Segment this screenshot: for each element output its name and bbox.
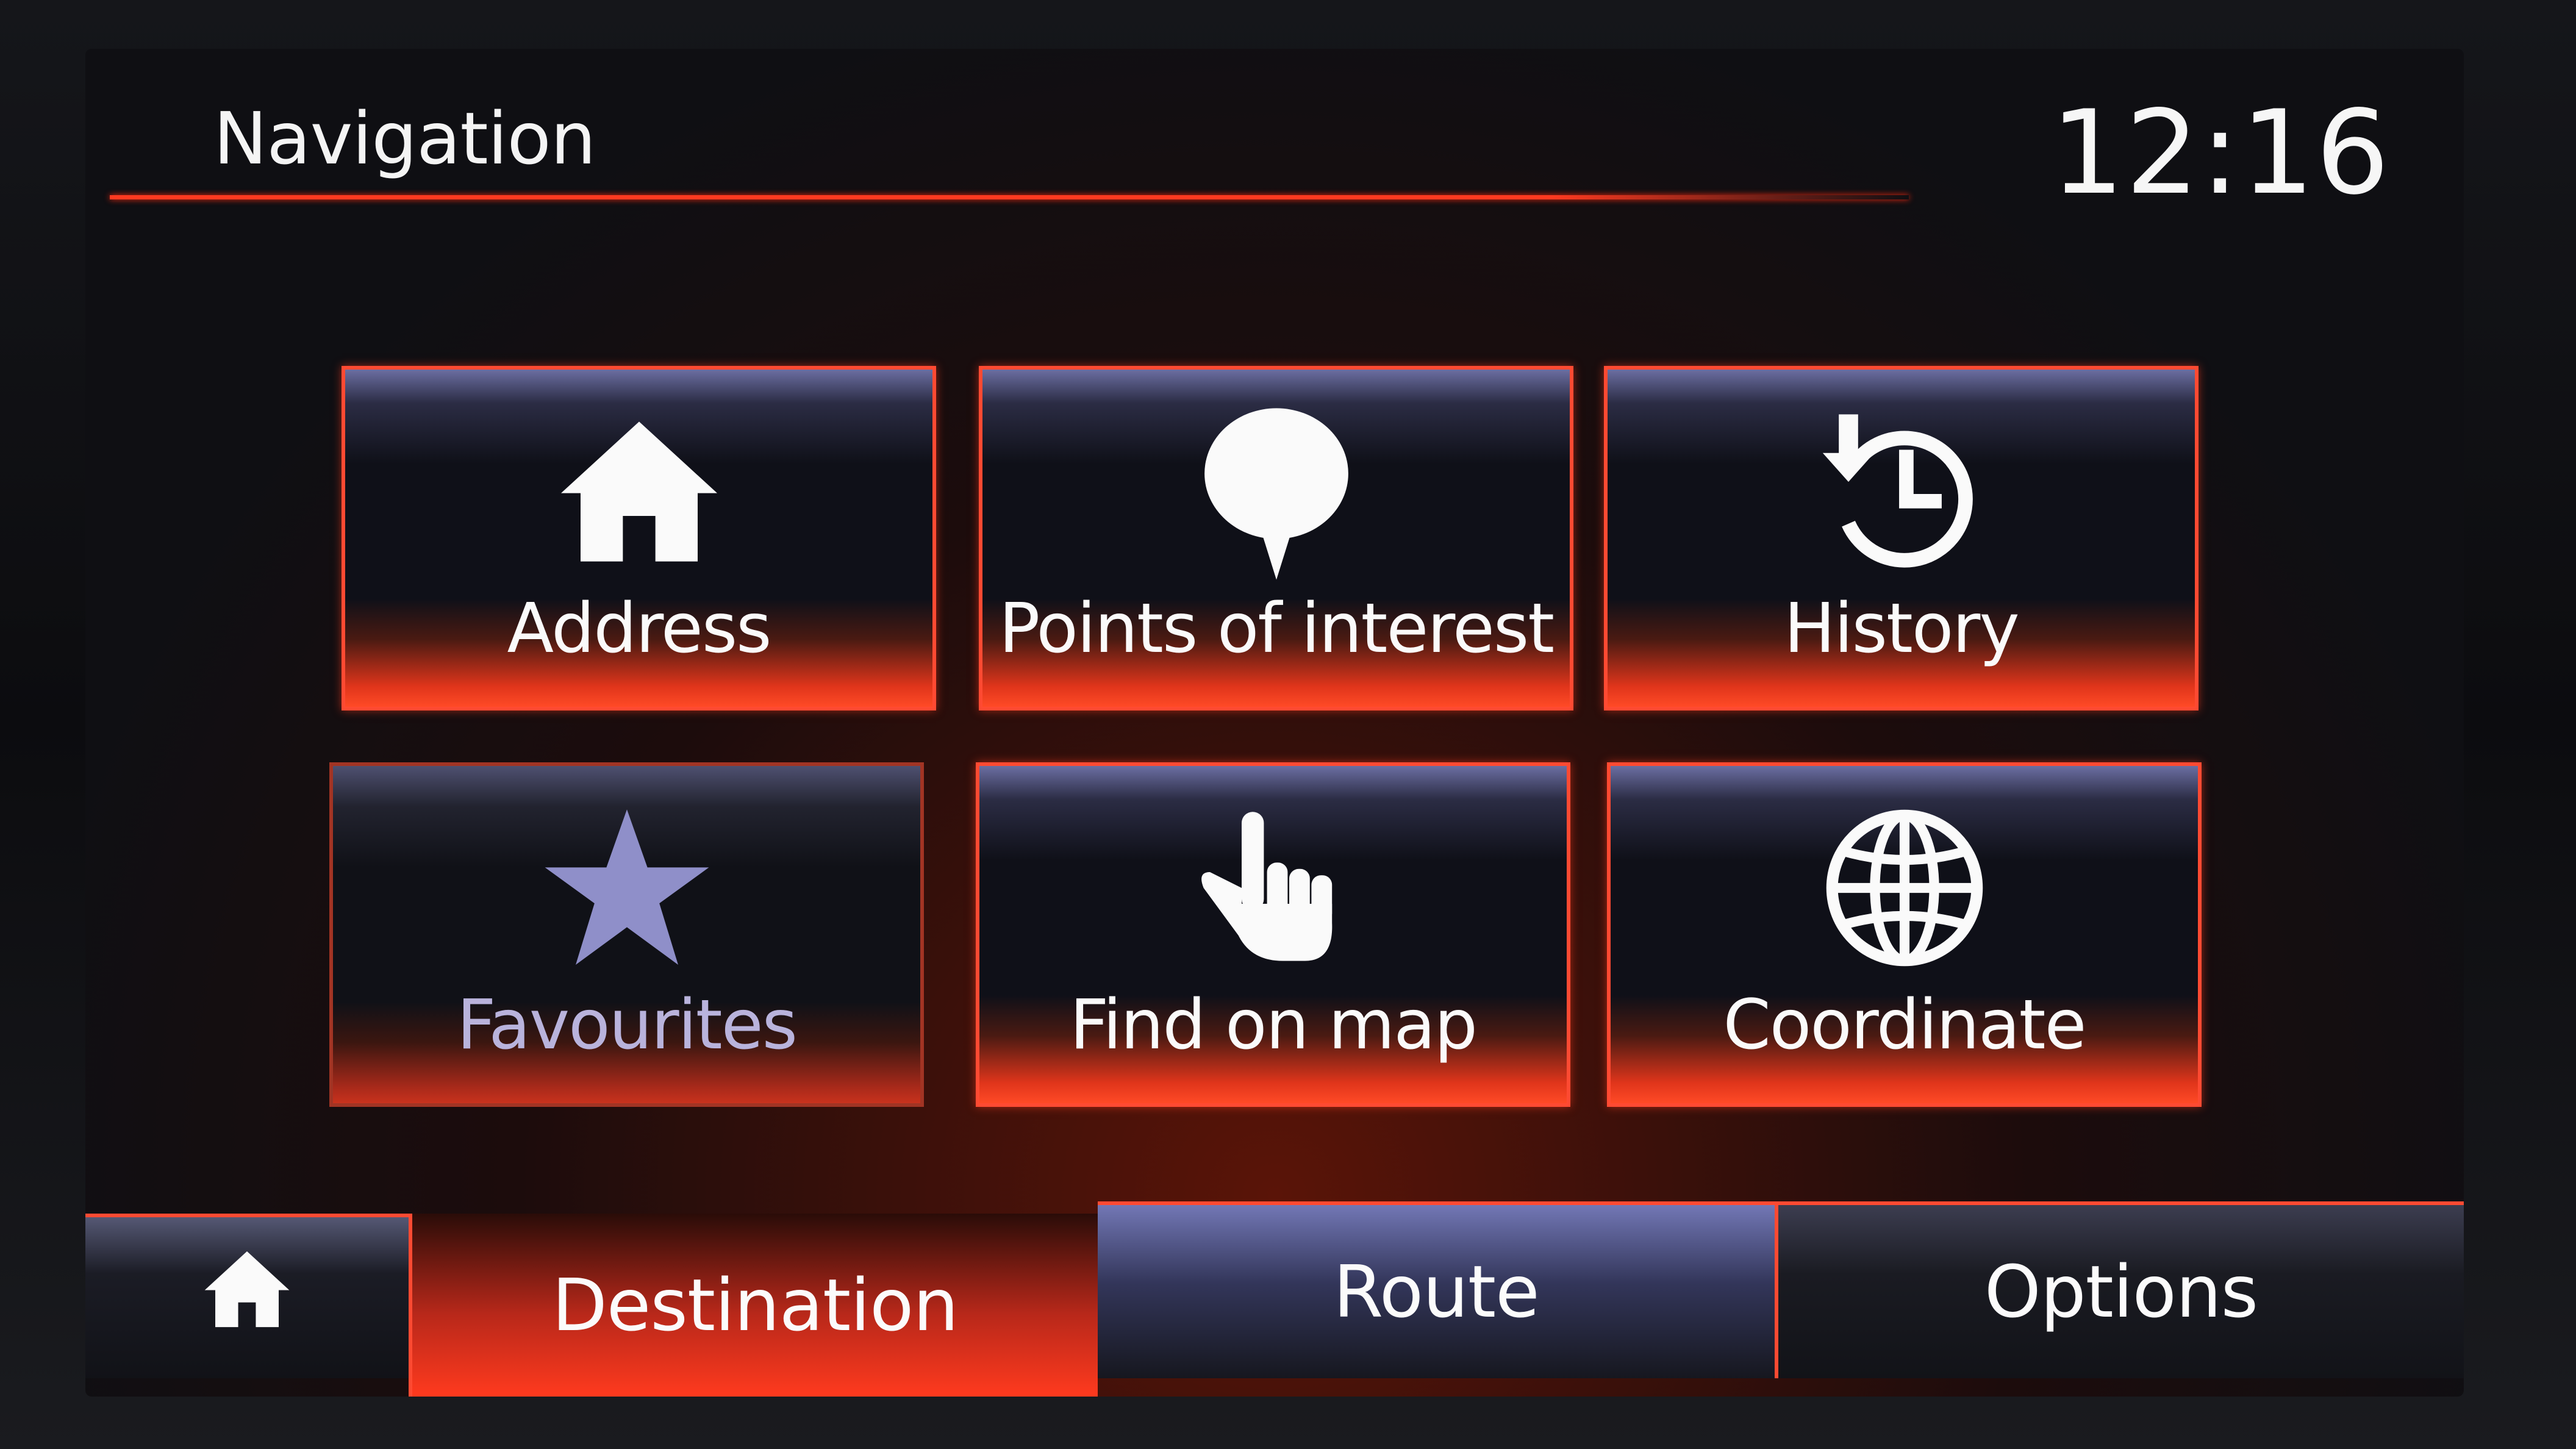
- history-clock-icon: [1608, 412, 2195, 571]
- bottom-tab-bar: Destination Route Options: [85, 1201, 2464, 1397]
- star-icon: [333, 809, 920, 967]
- infotainment-screen: Navigation 12:16 Address Points of inter…: [85, 49, 2464, 1397]
- points-of-interest-button[interactable]: Points of interest: [979, 366, 1573, 710]
- find-on-map-label: Find on map: [1069, 986, 1478, 1065]
- home-icon: [345, 412, 932, 571]
- page-title: Navigation: [213, 96, 596, 181]
- tab-destination[interactable]: Destination: [409, 1214, 1098, 1397]
- globe-icon: [1611, 809, 2198, 967]
- tab-route[interactable]: Route: [1098, 1201, 1775, 1378]
- coordinate-label: Coordinate: [1723, 986, 2087, 1065]
- favourites-label: Favourites: [457, 986, 798, 1065]
- history-button[interactable]: History: [1604, 366, 2199, 710]
- coordinate-button[interactable]: Coordinate: [1607, 762, 2202, 1107]
- address-button[interactable]: Address: [342, 366, 936, 710]
- points-of-interest-label: Points of interest: [998, 589, 1555, 668]
- favourites-button[interactable]: Favourites: [329, 762, 924, 1107]
- tab-home[interactable]: [85, 1214, 409, 1378]
- header-divider: [110, 195, 1909, 199]
- pointing-hand-icon: [979, 809, 1567, 967]
- home-icon: [201, 1250, 293, 1346]
- find-on-map-button[interactable]: Find on map: [976, 762, 1570, 1107]
- address-label: Address: [507, 589, 771, 668]
- history-label: History: [1784, 589, 2019, 668]
- poi-pin-icon: [982, 408, 1570, 580]
- tab-options[interactable]: Options: [1775, 1201, 2464, 1378]
- clock: 12:16: [2050, 85, 2391, 220]
